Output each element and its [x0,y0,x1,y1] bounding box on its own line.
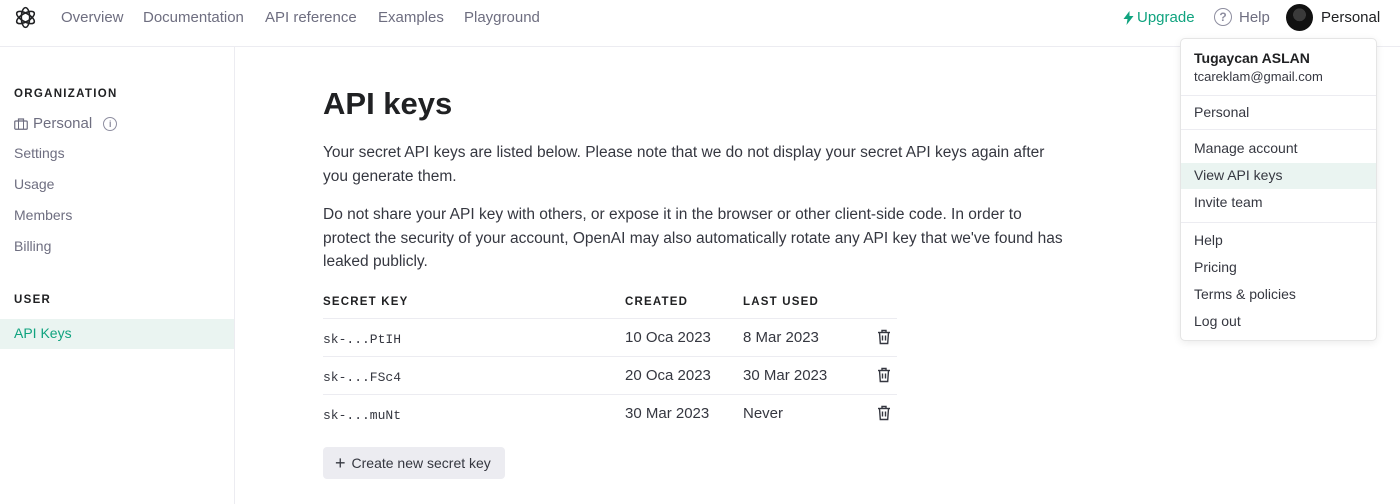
secret-key-value: sk-...FSc4 [323,370,402,385]
menu-divider [1181,129,1376,130]
help-link[interactable]: ? Help [1214,8,1270,26]
sidebar-item-settings[interactable]: Settings [14,145,65,161]
last-used-date: 8 Mar 2023 [743,329,819,346]
menu-item-log-out[interactable]: Log out [1194,313,1241,329]
table-row: sk-...PtIH 10 Oca 2023 8 Mar 2023 [323,318,897,356]
sidebar-org-name: Personal [33,115,93,132]
menu-item-terms-policies[interactable]: Terms & policies [1194,286,1296,302]
menu-item-personal[interactable]: Personal [1194,104,1249,120]
sidebar: ORGANIZATION Personal i Settings Usage M… [0,47,235,504]
lightning-icon [1123,10,1134,25]
created-date: 20 Oca 2023 [625,367,711,384]
menu-item-label: View API keys [1194,167,1283,183]
secret-key-value: sk-...muNt [323,408,402,423]
column-header-secret-key: SECRET KEY [323,296,409,308]
secret-key-value: sk-...PtIH [323,332,402,347]
openai-logo-icon[interactable] [13,5,38,30]
last-used-date: 30 Mar 2023 [743,367,828,384]
sidebar-item-api-keys[interactable]: API Keys [0,319,234,349]
trash-icon[interactable] [877,329,891,345]
sidebar-heading-user: USER [14,294,52,306]
nav-playground[interactable]: Playground [464,9,540,26]
profile-dropdown-menu: Tugaycan ASLAN tcareklam@gmail.com Perso… [1180,38,1377,341]
nav-examples[interactable]: Examples [378,9,444,26]
sidebar-item-usage[interactable]: Usage [14,176,54,192]
sidebar-org-selector[interactable]: Personal i [14,115,118,132]
sidebar-heading-organization: ORGANIZATION [14,88,118,100]
created-date: 30 Mar 2023 [625,405,710,422]
trash-icon[interactable] [877,367,891,383]
menu-user-email: tcareklam@gmail.com [1194,69,1323,84]
profile-menu-button[interactable]: Personal [1286,4,1380,31]
menu-item-help[interactable]: Help [1194,232,1223,248]
menu-item-manage-account[interactable]: Manage account [1194,140,1298,156]
sidebar-item-label: API Keys [14,325,72,341]
menu-divider [1181,222,1376,223]
nav-api-reference[interactable]: API reference [265,9,357,26]
upgrade-label: Upgrade [1137,9,1195,26]
plus-icon: + [335,453,346,473]
nav-overview[interactable]: Overview [61,9,124,26]
last-used-date: Never [743,405,784,422]
menu-item-invite-team[interactable]: Invite team [1194,194,1262,210]
menu-item-pricing[interactable]: Pricing [1194,259,1237,275]
question-circle-icon: ? [1214,8,1232,26]
sidebar-item-members[interactable]: Members [14,207,72,223]
avatar [1286,4,1313,31]
column-header-last-used: LAST USED [743,296,819,308]
menu-user-name: Tugaycan ASLAN [1194,50,1310,66]
sidebar-item-billing[interactable]: Billing [14,238,51,254]
nav-documentation[interactable]: Documentation [143,9,244,26]
intro-paragraph: Your secret API keys are listed below. P… [323,144,1045,185]
page-title: API keys [323,86,453,121]
info-icon[interactable]: i [103,116,118,131]
table-row: sk-...muNt 30 Mar 2023 Never [323,394,897,432]
created-date: 10 Oca 2023 [625,329,711,346]
create-secret-key-button[interactable]: + Create new secret key [323,447,505,479]
profile-label: Personal [1321,9,1381,26]
trash-icon[interactable] [877,405,891,421]
help-label: Help [1239,8,1270,26]
menu-item-view-api-keys[interactable]: View API keys [1181,163,1376,189]
briefcase-icon [14,117,28,130]
create-secret-key-label: Create new secret key [351,455,491,471]
menu-divider [1181,95,1376,96]
table-row: sk-...FSc4 20 Oca 2023 30 Mar 2023 [323,356,897,394]
security-paragraph: Do not share your API key with others, o… [323,206,1063,270]
column-header-created: CREATED [625,296,689,308]
upgrade-link[interactable]: Upgrade [1123,9,1195,26]
